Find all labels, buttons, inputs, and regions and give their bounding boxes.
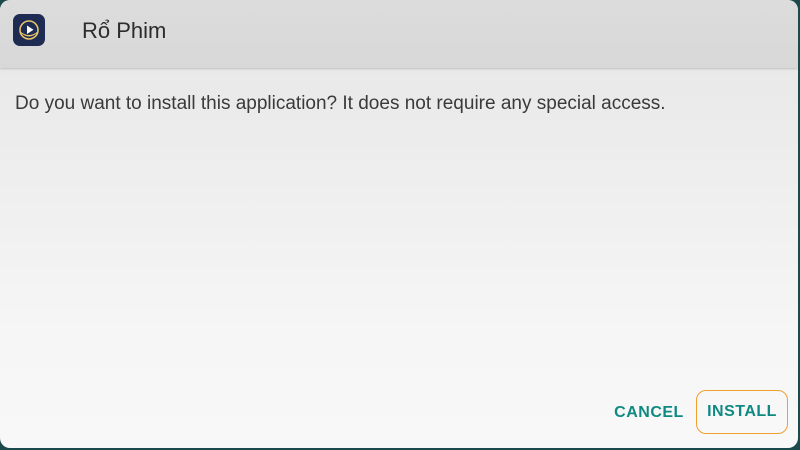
app-title: Rổ Phim bbox=[82, 18, 167, 43]
install-message: Do you want to install this application?… bbox=[15, 93, 666, 114]
app-icon bbox=[13, 14, 45, 46]
cancel-button[interactable]: CANCEL bbox=[606, 392, 692, 434]
dialog-header: Rổ Phim bbox=[0, 0, 798, 68]
install-button[interactable]: INSTALL bbox=[696, 390, 788, 434]
install-dialog: Rổ Phim Do you want to install this appl… bbox=[0, 0, 798, 448]
play-icon bbox=[19, 20, 39, 40]
